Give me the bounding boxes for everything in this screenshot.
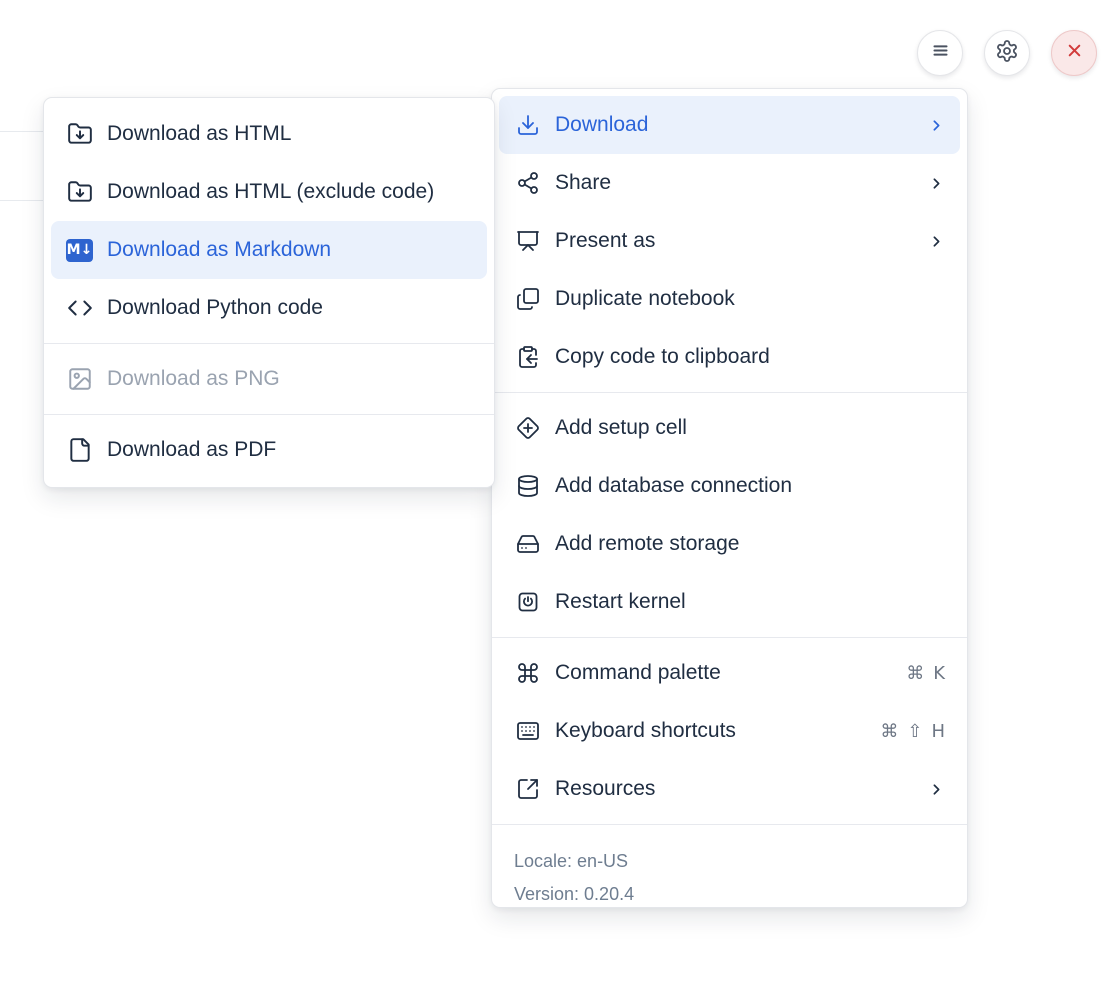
menu-item-add-setup-cell[interactable]: Add setup cell (499, 399, 960, 457)
menu-item-label: Share (555, 171, 611, 195)
menu-item-download-as-pdf[interactable]: Download as PDF (51, 421, 487, 479)
share-icon (514, 170, 541, 197)
background-cell-border (0, 200, 44, 201)
close-icon (1063, 39, 1086, 67)
notebook-menu-items: Download Share Present as Duplicate noteboo… (492, 96, 967, 831)
menu-item-label: Download as Markdown (107, 238, 331, 262)
menu-item-label: Add setup cell (555, 416, 687, 440)
notebook-actions-menu: Download Share Present as Duplicate noteboo… (491, 88, 968, 908)
image-icon (66, 366, 93, 393)
presentation-icon (514, 228, 541, 255)
menu-item-label: Add database connection (555, 474, 792, 498)
menu-item-download-as-html[interactable]: Download as HTML (51, 105, 487, 163)
menu-item-label: Download as HTML (exclude code) (107, 180, 434, 204)
shutdown-button[interactable] (1051, 30, 1097, 76)
chevron-right-icon (928, 781, 945, 798)
menu-item-label: Copy code to clipboard (555, 345, 770, 369)
menu-separator (492, 392, 967, 393)
diamond-plus-icon (514, 415, 541, 442)
download-icon (514, 112, 541, 139)
clipboard-arrow-left-icon (514, 344, 541, 371)
file-icon (66, 437, 93, 464)
menu-item-download-python-code[interactable]: Download Python code (51, 279, 487, 337)
settings-button[interactable] (984, 30, 1030, 76)
shortcut-hint: ⌘ ⇧ H (880, 721, 945, 742)
shortcut-key: ⌘ (906, 663, 924, 684)
menu-item-label: Download (555, 113, 648, 137)
shortcut-hint: ⌘K (906, 663, 945, 684)
menu-item-label: Keyboard shortcuts (555, 719, 736, 743)
menu-item-download-as-markdown[interactable]: M↓ Download as Markdown (51, 221, 487, 279)
menu-item-add-database-connection[interactable]: Add database connection (499, 457, 960, 515)
folder-down-icon (66, 121, 93, 148)
folder-down-icon (66, 179, 93, 206)
code-icon (66, 295, 93, 322)
chevron-right-icon (928, 233, 945, 250)
menu-item-label: Download as PNG (107, 367, 280, 391)
menu-separator (492, 637, 967, 638)
hamburger-icon (928, 38, 953, 68)
command-icon (514, 660, 541, 687)
shortcut-key: ⇧ (907, 721, 922, 742)
menu-item-label: Resources (555, 777, 655, 801)
copy-pages-icon (514, 286, 541, 313)
keyboard-icon (514, 718, 541, 745)
menu-item-present-as[interactable]: Present as (499, 212, 960, 270)
menu-item-download-as-html-exclude-code[interactable]: Download as HTML (exclude code) (51, 163, 487, 221)
menu-footer: Locale: en-US Version: 0.20.4 (492, 835, 967, 917)
menu-item-resources[interactable]: Resources (499, 760, 960, 818)
background-cell-border (0, 131, 44, 132)
menu-item-restart-kernel[interactable]: Restart kernel (499, 573, 960, 631)
external-link-icon (514, 776, 541, 803)
menu-item-download-as-png[interactable]: Download as PNG (51, 350, 487, 408)
menu-item-download[interactable]: Download (499, 96, 960, 154)
power-square-icon (514, 589, 541, 616)
menu-item-duplicate-notebook[interactable]: Duplicate notebook (499, 270, 960, 328)
menu-separator (44, 414, 494, 415)
shortcut-key: H (931, 721, 945, 742)
menu-item-label: Download Python code (107, 296, 323, 320)
gear-icon (995, 39, 1019, 68)
menu-item-label: Download as HTML (107, 122, 291, 146)
menu-item-label: Restart kernel (555, 590, 686, 614)
chevron-right-icon (928, 175, 945, 192)
menu-item-share[interactable]: Share (499, 154, 960, 212)
hard-drive-icon (514, 531, 541, 558)
menu-item-command-palette[interactable]: Command palette⌘K (499, 644, 960, 702)
chevron-right-icon (928, 117, 945, 134)
menu-separator (492, 824, 967, 825)
shortcut-key: ⌘ (880, 721, 898, 742)
markdown-badge-icon: M↓ (66, 237, 93, 264)
menu-item-keyboard-shortcuts[interactable]: Keyboard shortcuts ⌘ ⇧ H (499, 702, 960, 760)
download-submenu: Download as HTML Download as HTML (exclud… (43, 97, 495, 488)
menu-item-label: Duplicate notebook (555, 287, 735, 311)
menu-item-add-remote-storage[interactable]: Add remote storage (499, 515, 960, 573)
floating-action-toolbar (917, 30, 1097, 76)
menu-item-label: Download as PDF (107, 438, 276, 462)
shortcut-key: K (933, 663, 945, 684)
version-text: Version: 0.20.4 (514, 878, 945, 911)
notebook-menu-button[interactable] (917, 30, 963, 76)
menu-item-label: Add remote storage (555, 532, 739, 556)
menu-item-copy-code-to-clipboard[interactable]: Copy code to clipboard (499, 328, 960, 386)
menu-item-label: Present as (555, 229, 655, 253)
menu-separator (44, 343, 494, 344)
locale-text: Locale: en-US (514, 845, 945, 878)
database-icon (514, 473, 541, 500)
menu-item-label: Command palette (555, 661, 721, 685)
